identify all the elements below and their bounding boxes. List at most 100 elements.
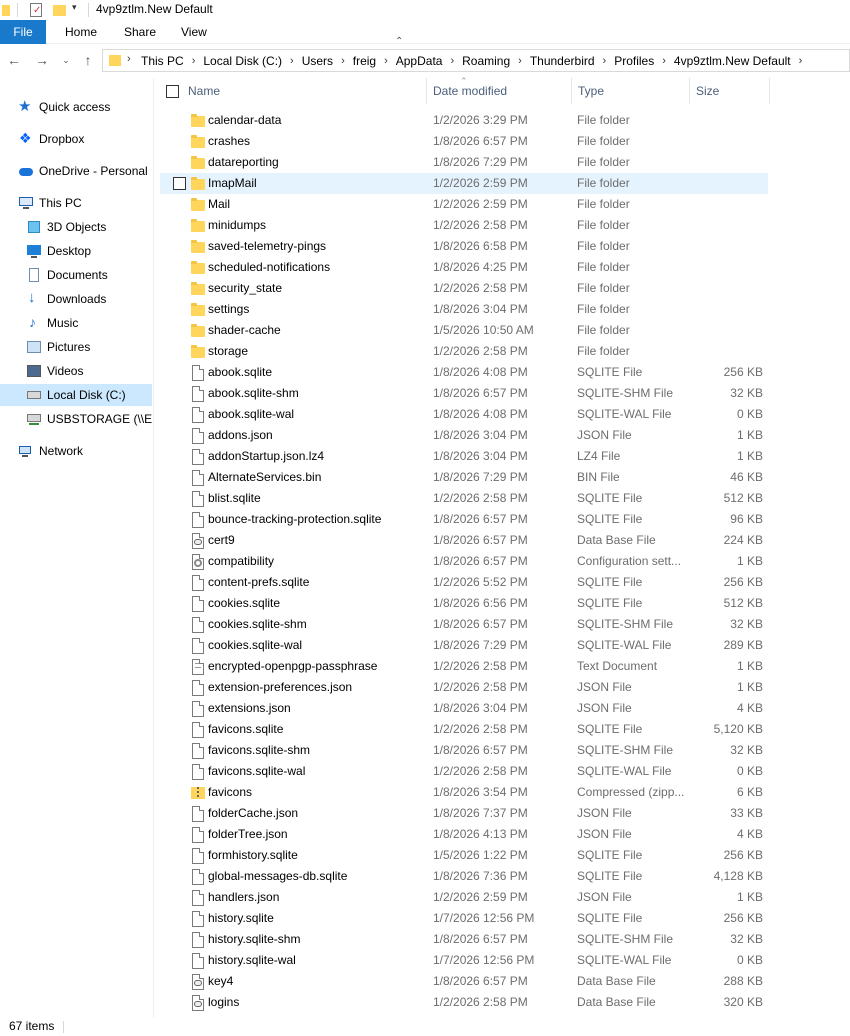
file-row[interactable]: cert9 1/8/2026 6:57 PM Data Base File 224 K… <box>160 530 768 551</box>
select-all-checkbox[interactable] <box>166 85 179 98</box>
recent-locations-chevron-icon[interactable]: ⌄ <box>58 52 74 68</box>
file-row[interactable]: abook.sqlite-shm 1/8/2026 6:57 PM SQLITE-S… <box>160 383 768 404</box>
forward-arrow-icon[interactable]: → <box>34 52 50 68</box>
breadcrumb-item[interactable]: Users <box>298 54 337 68</box>
nav-item-network[interactable]: Network <box>0 440 152 462</box>
file-row[interactable]: abook.sqlite-wal 1/8/2026 4:08 PM SQLITE-W… <box>160 404 768 425</box>
tab-share[interactable]: Share <box>112 20 168 44</box>
address-bar[interactable]: › ⌃ This PC › Local Disk (C:) › Users › freig ›… <box>102 36 850 72</box>
properties-icon[interactable]: ✓ <box>28 2 44 18</box>
file-row[interactable]: extensions.json 1/8/2026 3:04 PM JSON File… <box>160 698 768 719</box>
nav-item-3d-objects[interactable]: 3D Objects <box>0 216 152 238</box>
breadcrumb-item[interactable]: Profiles <box>610 54 658 68</box>
column-header-type[interactable]: Type <box>572 78 690 104</box>
file-row[interactable]: storage 1/2/2026 2:58 PM File folder <box>160 341 768 362</box>
nav-item-local-disk-c[interactable]: Local Disk (C:) <box>0 384 152 406</box>
nav-item-desktop[interactable]: Desktop <box>0 240 152 262</box>
breadcrumb-item[interactable]: Thunderbird <box>526 54 599 68</box>
file-row[interactable]: abook.sqlite 1/8/2026 4:08 PM SQLITE File 2… <box>160 362 768 383</box>
file-row[interactable]: extension-preferences.json 1/2/2026 2:58 … <box>160 677 768 698</box>
row-select-checkbox[interactable] <box>173 177 186 190</box>
configuration-file-icon <box>190 554 206 570</box>
file-row[interactable]: key4 1/8/2026 6:57 PM Data Base File 288 KB <box>160 971 768 992</box>
breadcrumb-item[interactable]: 4vp9ztlm.New Default <box>670 54 795 68</box>
up-arrow-icon[interactable]: ↑ <box>80 52 96 68</box>
chevron-right-icon[interactable]: › <box>380 55 392 67</box>
file-row[interactable]: Mail 1/2/2026 2:59 PM File folder <box>160 194 768 215</box>
file-row[interactable]: formhistory.sqlite 1/5/2026 1:22 PM SQLITE… <box>160 845 768 866</box>
nav-item-usbstorage-eps[interactable]: USBSTORAGE (\\EPS <box>0 408 152 430</box>
chevron-right-icon[interactable]: › <box>286 55 298 67</box>
breadcrumb-item[interactable]: AppData <box>392 54 447 68</box>
chevron-right-icon[interactable]: › <box>188 55 200 67</box>
file-date-modified: 1/8/2026 3:04 PM <box>433 701 528 715</box>
file-row[interactable]: addonStartup.json.lz4 1/8/2026 3:04 PM LZ4… <box>160 446 768 467</box>
chevron-right-icon[interactable]: › <box>514 55 526 67</box>
file-date-modified: 1/2/2026 2:58 PM <box>433 722 528 736</box>
chevron-right-icon[interactable]: › <box>337 55 349 67</box>
file-row[interactable]: scheduled-notifications 1/8/2026 4:25 PM F… <box>160 257 768 278</box>
file-row[interactable]: ImapMail 1/2/2026 2:59 PM File folder <box>160 173 768 194</box>
breadcrumb-item[interactable]: Roaming <box>458 54 514 68</box>
chevron-right-icon[interactable]: › <box>658 55 670 67</box>
column-header-date-modified[interactable]: Date modified <box>427 78 572 104</box>
file-row[interactable]: calendar-data 1/2/2026 3:29 PM File folder <box>160 110 768 131</box>
breadcrumb-item[interactable]: Local Disk (C:) <box>199 54 286 68</box>
file-row[interactable]: datareporting 1/8/2026 7:29 PM File folder <box>160 152 768 173</box>
file-row[interactable]: history.sqlite-wal 1/7/2026 12:56 PM SQLIT… <box>160 950 768 971</box>
file-row[interactable]: favicons.sqlite-shm 1/8/2026 6:57 PM SQLIT… <box>160 740 768 761</box>
file-row[interactable]: handlers.json 1/2/2026 2:59 PM JSON File 1 … <box>160 887 768 908</box>
tab-file[interactable]: File <box>0 20 46 44</box>
file-row[interactable]: history.sqlite-shm 1/8/2026 6:57 PM SQLITE… <box>160 929 768 950</box>
chevron-right-icon[interactable]: › <box>599 55 611 67</box>
customize-toolbar-icon[interactable]: ▾ <box>72 2 82 18</box>
file-row[interactable]: blist.sqlite 1/2/2026 2:58 PM SQLITE File 5… <box>160 488 768 509</box>
chevron-right-icon[interactable]: › <box>127 53 131 65</box>
chevron-right-icon[interactable]: › <box>795 55 807 67</box>
new-folder-icon[interactable] <box>52 2 68 18</box>
file-row[interactable]: addons.json 1/8/2026 3:04 PM JSON File 1 KB <box>160 425 768 446</box>
file-row[interactable]: logins 1/2/2026 2:58 PM Data Base File 320 … <box>160 992 768 1013</box>
nav-item-quick-access[interactable]: ★ Quick access <box>0 96 152 118</box>
breadcrumb-item[interactable]: freig <box>349 54 380 68</box>
column-header-name[interactable]: Name <box>182 78 427 104</box>
file-row[interactable]: saved-telemetry-pings 1/8/2026 6:58 PM Fil… <box>160 236 768 257</box>
nav-item-videos[interactable]: Videos <box>0 360 152 382</box>
file-row[interactable]: cookies.sqlite 1/8/2026 6:56 PM SQLITE Fil… <box>160 593 768 614</box>
file-row[interactable]: favicons 1/8/2026 3:54 PM Compressed (zipp… <box>160 782 768 803</box>
file-row[interactable]: bounce-tracking-protection.sqlite 1/8/202… <box>160 509 768 530</box>
file-row[interactable]: favicons.sqlite-wal 1/2/2026 2:58 PM SQLIT… <box>160 761 768 782</box>
file-row[interactable]: history.sqlite 1/7/2026 12:56 PM SQLITE Fi… <box>160 908 768 929</box>
file-row[interactable]: global-messages-db.sqlite 1/8/2026 7:36 P… <box>160 866 768 887</box>
column-header-size[interactable]: Size <box>690 78 770 104</box>
file-row[interactable]: compatibility 1/8/2026 6:57 PM Configurati… <box>160 551 768 572</box>
file-row[interactable]: cookies.sqlite-shm 1/8/2026 6:57 PM SQLITE… <box>160 614 768 635</box>
file-row[interactable]: folderTree.json 1/8/2026 4:13 PM JSON File… <box>160 824 768 845</box>
nav-item-music[interactable]: ♪ Music <box>0 312 152 334</box>
back-arrow-icon[interactable]: ← <box>6 52 22 68</box>
nav-item-this-pc[interactable]: This PC <box>0 192 152 214</box>
file-row[interactable]: favicons.sqlite 1/2/2026 2:58 PM SQLITE Fi… <box>160 719 768 740</box>
nav-item-downloads[interactable]: ↓ Downloads <box>0 288 152 310</box>
folder-icon <box>109 54 121 66</box>
file-row[interactable]: encrypted-openpgp-passphrase 1/2/2026 2:5… <box>160 656 768 677</box>
nav-item-dropbox[interactable]: ❖ Dropbox <box>0 128 152 150</box>
chevron-right-icon[interactable]: › <box>446 55 458 67</box>
file-row[interactable]: folderCache.json 1/8/2026 7:37 PM JSON Fil… <box>160 803 768 824</box>
file-row[interactable]: shader-cache 1/5/2026 10:50 AM File folder <box>160 320 768 341</box>
nav-item-pictures[interactable]: Pictures <box>0 336 152 358</box>
file-row[interactable]: content-prefs.sqlite 1/2/2026 5:52 PM SQLI… <box>160 572 768 593</box>
tab-view[interactable]: View <box>169 20 219 44</box>
nav-item-documents[interactable]: Documents <box>0 264 152 286</box>
file-row[interactable]: minidumps 1/2/2026 2:58 PM File folder <box>160 215 768 236</box>
file-row[interactable]: AlternateServices.bin 1/8/2026 7:29 PM BIN… <box>160 467 768 488</box>
file-name: cert9 <box>208 533 235 547</box>
file-row[interactable]: crashes 1/8/2026 6:57 PM File folder <box>160 131 768 152</box>
file-row[interactable]: security_state 1/2/2026 2:58 PM File folde… <box>160 278 768 299</box>
file-row[interactable]: settings 1/8/2026 3:04 PM File folder <box>160 299 768 320</box>
nav-item-onedrive-personal[interactable]: OneDrive - Personal <box>0 160 152 182</box>
file-row[interactable]: cookies.sqlite-wal 1/8/2026 7:29 PM SQLITE… <box>160 635 768 656</box>
breadcrumb-item[interactable]: This PC <box>137 54 188 68</box>
file-name: addonStartup.json.lz4 <box>208 449 325 463</box>
tab-home[interactable]: Home <box>53 20 109 44</box>
